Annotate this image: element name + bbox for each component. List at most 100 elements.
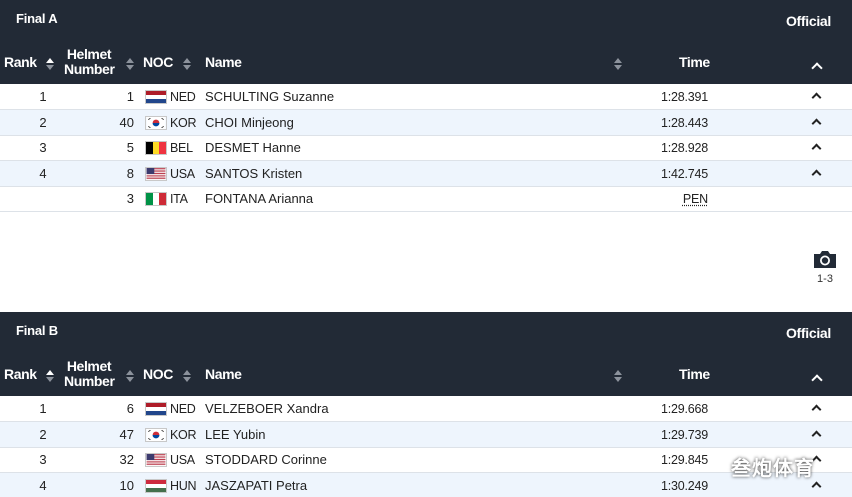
helmet-number-cell: 32 <box>119 452 134 468</box>
usa-flag-icon <box>145 166 167 181</box>
column-noc[interactable]: NOC <box>143 366 173 382</box>
column-helmet-line2: Number <box>64 61 115 77</box>
helmet-number-cell: 40 <box>119 114 134 130</box>
athlete-name-cell[interactable]: VELZEBOER Xandra <box>205 402 329 416</box>
chevron-up-icon[interactable] <box>811 62 823 74</box>
column-helmet-number[interactable]: Helmet Number <box>64 46 115 77</box>
ita-flag-icon <box>145 192 167 207</box>
final-a-section: Final A Official Rank Helmet Number NOC … <box>0 0 852 213</box>
time-cell: 1:28.443 <box>660 115 708 130</box>
athlete-name-cell[interactable]: JASZAPATI Petra <box>205 478 307 493</box>
helmet-number-cell: 6 <box>126 401 134 416</box>
column-header-row: Rank Helmet Number NOC Name Time <box>0 356 852 396</box>
sort-icon[interactable] <box>614 370 622 382</box>
time-cell: 1:29.845 <box>660 453 708 468</box>
chevron-up-icon[interactable] <box>811 118 822 129</box>
chevron-up-icon[interactable] <box>811 374 823 386</box>
table-row[interactable]: 2 47 KOR LEE Yubin 1:29.739 <box>0 421 852 448</box>
bel-flag-icon <box>145 141 167 156</box>
chevron-up-icon[interactable] <box>811 404 822 415</box>
sort-icon[interactable] <box>126 370 134 382</box>
noc-cell: NED <box>170 90 196 104</box>
noc-cell: NED <box>170 402 196 416</box>
table-row[interactable]: 4 8 USA SANTOS Kristen 1:42.745 <box>0 160 852 187</box>
helmet-number-cell: 8 <box>126 165 134 181</box>
helmet-number-cell: 10 <box>119 477 134 493</box>
chevron-up-icon[interactable] <box>811 430 822 441</box>
noc-cell: USA <box>170 453 195 468</box>
hun-flag-icon <box>145 478 167 493</box>
table-row[interactable]: 1 1 NED SCHULTING Suzanne 1:28.391 <box>0 84 852 110</box>
column-name[interactable]: Name <box>205 366 242 382</box>
sort-icon[interactable] <box>126 58 134 70</box>
column-name[interactable]: Name <box>205 54 242 70</box>
sort-icon[interactable] <box>183 58 191 70</box>
table-row[interactable]: 3 32 USA STODDARD Corinne 1:29.845 <box>0 447 852 474</box>
photo-count-label[interactable]: 1-3 <box>812 273 838 285</box>
noc-cell: USA <box>170 166 195 181</box>
chevron-up-icon[interactable] <box>811 169 822 180</box>
ned-flag-icon <box>145 90 167 104</box>
kor-flag-icon <box>145 427 167 442</box>
column-time[interactable]: Time <box>679 366 710 382</box>
status-label: Official <box>785 325 831 341</box>
athlete-name-cell[interactable]: STODDARD Corinne <box>205 453 327 467</box>
column-helmet-line1: Helmet <box>66 46 112 62</box>
column-header-row: Rank Helmet Number NOC Name Time <box>0 44 852 84</box>
rank-cell: 2 <box>39 426 47 442</box>
helmet-number-cell: 3 <box>126 191 134 207</box>
time-cell: 1:42.745 <box>660 166 708 181</box>
column-time[interactable]: Time <box>679 54 710 70</box>
athlete-name-cell[interactable]: DESMET Hanne <box>205 141 301 155</box>
camera-icon[interactable] <box>812 249 838 269</box>
status-label: Official <box>785 13 831 29</box>
chevron-up-icon[interactable] <box>811 143 822 154</box>
sort-ascending-icon[interactable] <box>46 370 54 382</box>
column-helmet-line1: Helmet <box>66 358 112 374</box>
rank-cell: 2 <box>39 114 47 130</box>
chevron-up-icon[interactable] <box>811 92 822 103</box>
column-noc[interactable]: NOC <box>143 54 173 70</box>
athlete-name-cell[interactable]: FONTANA Arianna <box>205 192 313 206</box>
helmet-number-cell: 1 <box>126 89 134 104</box>
helmet-number-cell: 5 <box>126 140 134 156</box>
rank-cell: 4 <box>39 477 47 493</box>
rank-cell: 3 <box>39 452 47 468</box>
final-a-header: Final A Official Rank Helmet Number NOC … <box>0 0 852 84</box>
table-row[interactable]: 4 10 HUN JASZAPATI Petra 1:30.249 <box>0 472 852 497</box>
usa-flag-icon <box>145 453 167 468</box>
sort-icon[interactable] <box>183 370 191 382</box>
sort-icon[interactable] <box>614 58 622 70</box>
athlete-name-cell[interactable]: SANTOS Kristen <box>205 166 302 181</box>
table-row[interactable]: 1 6 NED VELZEBOER Xandra 1:29.668 <box>0 396 852 422</box>
section-title: Final A <box>16 11 58 26</box>
athlete-name-cell[interactable]: LEE Yubin <box>205 427 265 442</box>
table-row[interactable]: 3 5 BEL DESMET Hanne 1:28.928 <box>0 135 852 162</box>
column-helmet-line2: Number <box>64 373 115 389</box>
time-cell: 1:28.928 <box>660 141 708 156</box>
kor-flag-icon <box>145 115 167 130</box>
athlete-name-cell[interactable]: CHOI Minjeong <box>205 115 294 130</box>
chevron-up-icon[interactable] <box>811 481 822 492</box>
table-row[interactable]: 3 ITA FONTANA Arianna PEN <box>0 186 852 213</box>
sort-ascending-icon[interactable] <box>46 58 54 70</box>
column-rank[interactable]: Rank <box>4 366 37 382</box>
section-title: Final B <box>16 323 58 338</box>
column-rank[interactable]: Rank <box>4 54 37 70</box>
ned-flag-icon <box>145 402 167 416</box>
rank-cell: 1 <box>39 401 47 416</box>
watermark: 叁炮体育 <box>731 458 815 480</box>
final-b-section: Final B Official Rank Helmet Number NOC … <box>0 312 852 497</box>
time-cell: 1:30.249 <box>660 478 708 493</box>
final-b-header: Final B Official Rank Helmet Number NOC … <box>0 312 852 396</box>
time-cell: 1:29.668 <box>660 402 708 416</box>
noc-cell: HUN <box>170 478 197 493</box>
time-cell: 1:28.391 <box>660 90 708 104</box>
noc-cell: BEL <box>170 141 193 156</box>
noc-cell: KOR <box>170 427 197 442</box>
column-helmet-number[interactable]: Helmet Number <box>64 358 115 389</box>
rank-cell: 3 <box>39 140 47 156</box>
table-row[interactable]: 2 40 KOR CHOI Minjeong 1:28.443 <box>0 109 852 136</box>
athlete-name-cell[interactable]: SCHULTING Suzanne <box>205 90 334 104</box>
noc-cell: ITA <box>170 192 188 207</box>
